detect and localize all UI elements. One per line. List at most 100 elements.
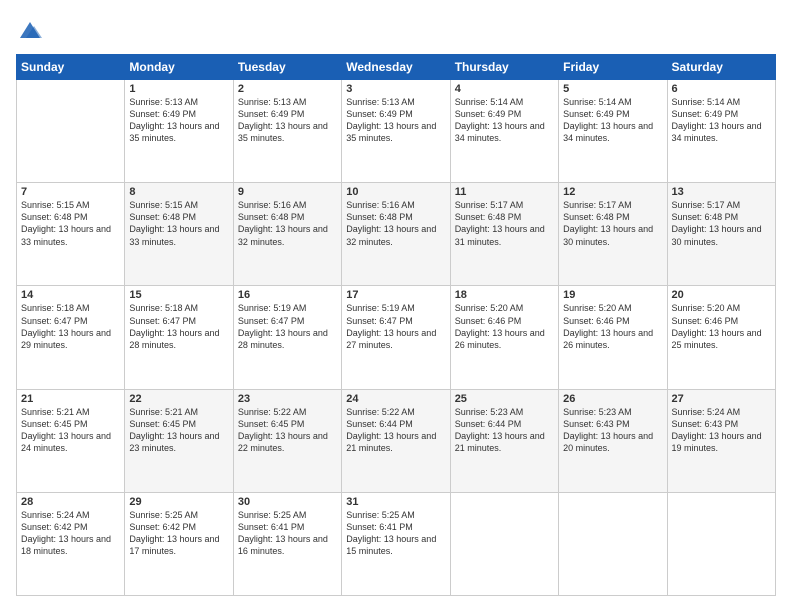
calendar-cell: 11Sunrise: 5:17 AMSunset: 6:48 PMDayligh… [450,183,558,286]
calendar-cell: 8Sunrise: 5:15 AMSunset: 6:48 PMDaylight… [125,183,233,286]
weekday-header-wednesday: Wednesday [342,55,450,80]
header [16,16,776,44]
calendar-week-row: 21 Sunrise: 5:21 AMSunset: 6:45 PMDayligh… [17,389,776,492]
calendar-cell: 28Sunrise: 5:24 AMSunset: 6:42 PMDayligh… [17,492,125,595]
calendar-cell: 3Sunrise: 5:13 AMSunset: 6:49 PMDaylight… [342,80,450,183]
day-info: Sunrise: 5:24 AMSunset: 6:43 PMDaylight:… [672,406,771,455]
calendar-cell: 1Sunrise: 5:13 AMSunset: 6:49 PMDaylight… [125,80,233,183]
calendar-table: SundayMondayTuesdayWednesdayThursdayFrid… [16,54,776,596]
day-info: Sunrise: 5:24 AMSunset: 6:42 PMDaylight:… [21,509,120,558]
day-info: Sunrise: 5:23 AMSunset: 6:43 PMDaylight:… [563,406,662,455]
day-number: 12 [563,186,662,198]
calendar-week-row: 1 Sunrise: 5:13 AMSunset: 6:49 PMDaylight… [17,80,776,183]
calendar-cell: 20Sunrise: 5:20 AMSunset: 6:46 PMDayligh… [667,286,775,389]
calendar-week-row: 14Sunrise: 5:18 AMSunset: 6:47 PMDayligh… [17,286,776,389]
day-info: Sunrise: 5:25 AMSunset: 6:41 PMDaylight:… [238,509,337,558]
calendar-cell: 23Sunrise: 5:22 AMSunset: 6:45 PMDayligh… [233,389,341,492]
day-number: 16 [238,289,337,301]
calendar-week-row: 28Sunrise: 5:24 AMSunset: 6:42 PMDayligh… [17,492,776,595]
day-number: 4 [455,83,554,95]
day-info: Sunrise: 5:15 AMSunset: 6:48 PMDaylight:… [129,199,228,248]
day-number: 21 [21,393,120,405]
calendar-week-row: 7 Sunrise: 5:15 AMSunset: 6:48 PMDaylight… [17,183,776,286]
day-info: Sunrise: 5:16 AMSunset: 6:48 PMDaylight:… [346,199,445,248]
day-number: 24 [346,393,445,405]
calendar-cell: 5Sunrise: 5:14 AMSunset: 6:49 PMDaylight… [559,80,667,183]
logo [16,16,48,44]
weekday-header-friday: Friday [559,55,667,80]
weekday-header-thursday: Thursday [450,55,558,80]
day-info: Sunrise: 5:22 AMSunset: 6:45 PMDaylight:… [238,406,337,455]
day-info: Sunrise: 5:23 AMSunset: 6:44 PMDaylight:… [455,406,554,455]
day-number: 26 [563,393,662,405]
calendar-cell: 18Sunrise: 5:20 AMSunset: 6:46 PMDayligh… [450,286,558,389]
calendar-cell: 2Sunrise: 5:13 AMSunset: 6:49 PMDaylight… [233,80,341,183]
day-number: 11 [455,186,554,198]
page: SundayMondayTuesdayWednesdayThursdayFrid… [0,0,792,612]
day-info: Sunrise: 5:17 AMSunset: 6:48 PMDaylight:… [455,199,554,248]
logo-icon [16,16,44,44]
day-info: Sunrise: 5:14 AMSunset: 6:49 PMDaylight:… [672,96,771,145]
weekday-header-saturday: Saturday [667,55,775,80]
calendar-cell: 4Sunrise: 5:14 AMSunset: 6:49 PMDaylight… [450,80,558,183]
day-info: Sunrise: 5:25 AMSunset: 6:41 PMDaylight:… [346,509,445,558]
calendar-cell: 13Sunrise: 5:17 AMSunset: 6:48 PMDayligh… [667,183,775,286]
day-number: 23 [238,393,337,405]
day-number: 6 [672,83,771,95]
calendar-cell: 16Sunrise: 5:19 AMSunset: 6:47 PMDayligh… [233,286,341,389]
day-info: Sunrise: 5:16 AMSunset: 6:48 PMDaylight:… [238,199,337,248]
day-number: 3 [346,83,445,95]
day-number: 7 [21,186,120,198]
day-info: Sunrise: 5:18 AMSunset: 6:47 PMDaylight:… [21,302,120,351]
calendar-cell: 25Sunrise: 5:23 AMSunset: 6:44 PMDayligh… [450,389,558,492]
day-info: Sunrise: 5:22 AMSunset: 6:44 PMDaylight:… [346,406,445,455]
day-info: Sunrise: 5:13 AMSunset: 6:49 PMDaylight:… [346,96,445,145]
day-info: Sunrise: 5:20 AMSunset: 6:46 PMDaylight:… [563,302,662,351]
calendar-cell: 14Sunrise: 5:18 AMSunset: 6:47 PMDayligh… [17,286,125,389]
calendar-cell: 27Sunrise: 5:24 AMSunset: 6:43 PMDayligh… [667,389,775,492]
day-info: Sunrise: 5:13 AMSunset: 6:49 PMDaylight:… [238,96,337,145]
day-info: Sunrise: 5:25 AMSunset: 6:42 PMDaylight:… [129,509,228,558]
calendar-cell: 31Sunrise: 5:25 AMSunset: 6:41 PMDayligh… [342,492,450,595]
day-number: 25 [455,393,554,405]
day-info: Sunrise: 5:14 AMSunset: 6:49 PMDaylight:… [563,96,662,145]
day-number: 2 [238,83,337,95]
day-number: 13 [672,186,771,198]
day-number: 28 [21,496,120,508]
calendar-cell: 9Sunrise: 5:16 AMSunset: 6:48 PMDaylight… [233,183,341,286]
day-number: 31 [346,496,445,508]
calendar-cell: 19Sunrise: 5:20 AMSunset: 6:46 PMDayligh… [559,286,667,389]
day-number: 20 [672,289,771,301]
calendar-cell: 12Sunrise: 5:17 AMSunset: 6:48 PMDayligh… [559,183,667,286]
day-number: 18 [455,289,554,301]
day-number: 29 [129,496,228,508]
day-number: 15 [129,289,228,301]
day-info: Sunrise: 5:21 AMSunset: 6:45 PMDaylight:… [129,406,228,455]
day-number: 27 [672,393,771,405]
calendar-cell: 15Sunrise: 5:18 AMSunset: 6:47 PMDayligh… [125,286,233,389]
calendar-cell: 7Sunrise: 5:15 AMSunset: 6:48 PMDaylight… [17,183,125,286]
day-info: Sunrise: 5:17 AMSunset: 6:48 PMDaylight:… [563,199,662,248]
calendar-cell [17,80,125,183]
day-number: 1 [129,83,228,95]
day-number: 22 [129,393,228,405]
calendar-cell: 17Sunrise: 5:19 AMSunset: 6:47 PMDayligh… [342,286,450,389]
weekday-header-monday: Monday [125,55,233,80]
weekday-header-row: SundayMondayTuesdayWednesdayThursdayFrid… [17,55,776,80]
day-number: 5 [563,83,662,95]
calendar-cell: 29Sunrise: 5:25 AMSunset: 6:42 PMDayligh… [125,492,233,595]
day-number: 8 [129,186,228,198]
day-info: Sunrise: 5:19 AMSunset: 6:47 PMDaylight:… [238,302,337,351]
calendar-cell: 6Sunrise: 5:14 AMSunset: 6:49 PMDaylight… [667,80,775,183]
day-info: Sunrise: 5:19 AMSunset: 6:47 PMDaylight:… [346,302,445,351]
day-info: Sunrise: 5:18 AMSunset: 6:47 PMDaylight:… [129,302,228,351]
calendar-cell: 24Sunrise: 5:22 AMSunset: 6:44 PMDayligh… [342,389,450,492]
calendar-cell: 26Sunrise: 5:23 AMSunset: 6:43 PMDayligh… [559,389,667,492]
day-info: Sunrise: 5:20 AMSunset: 6:46 PMDaylight:… [455,302,554,351]
calendar-cell [667,492,775,595]
day-info: Sunrise: 5:20 AMSunset: 6:46 PMDaylight:… [672,302,771,351]
day-number: 19 [563,289,662,301]
day-number: 30 [238,496,337,508]
calendar-cell: 22Sunrise: 5:21 AMSunset: 6:45 PMDayligh… [125,389,233,492]
calendar-cell [450,492,558,595]
